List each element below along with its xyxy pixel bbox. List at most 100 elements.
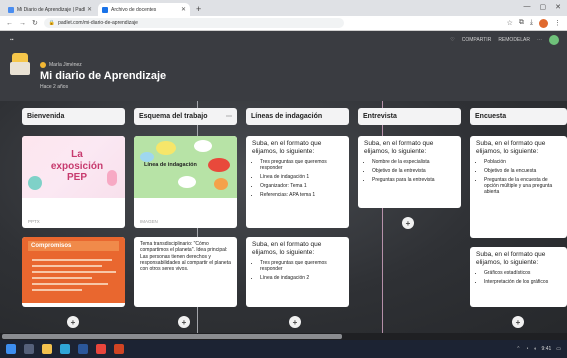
browser-menu-icon[interactable]: ⋮ [554, 19, 561, 27]
browser-tools: ☆ ⧉ ⤓ ⋮ [507, 18, 561, 28]
card-tema-transdisciplinario[interactable]: Tema transdisciplinario: "Cómo compartim… [134, 237, 237, 307]
column-header-bienvenida[interactable]: Bienvenida [22, 108, 125, 125]
url-text: padlet.com/mi-diario-de-aprendizaje [58, 20, 138, 26]
list-item: Población [484, 159, 561, 165]
padlet-actions: ♡ COMPARTIR REMODELAR ⋯ [450, 35, 559, 45]
taskbar: ⌃ ◔ ◖ 9:41 ▭ [0, 340, 567, 358]
card-text: Suba, en el formato que elijamos, lo sig… [358, 136, 461, 190]
back-icon[interactable]: ← [6, 20, 13, 27]
add-post-button[interactable]: + [289, 316, 301, 328]
card-intro: Suba, en el formato que elijamos, lo sig… [252, 241, 322, 257]
list-item: Tres preguntas que queremos responder [260, 159, 343, 171]
browser-tab-bar: Mi Diario de Aprendizaje | Padlet ✕ Arch… [0, 0, 567, 16]
column-header-esquema[interactable]: Esquema del trabajo ⋯ [134, 108, 237, 125]
maximize-icon[interactable]: ▢ [540, 3, 547, 11]
new-tab-icon[interactable]: + [196, 4, 201, 14]
notifications-icon[interactable]: ▭ [556, 346, 561, 352]
clock-time[interactable]: 9:41 [542, 346, 552, 352]
list-item: Objetivo de la entrevista [372, 168, 455, 174]
card-text: Suba, en el formato que elijamos, lo sig… [246, 237, 349, 288]
column-header-lineas[interactable]: Líneas de indagación [246, 108, 349, 125]
card-lineas-1[interactable]: Suba, en el formato que elijamos, lo sig… [246, 136, 349, 228]
reload-icon[interactable]: ↻ [32, 19, 38, 27]
browser-tab[interactable]: Mi Diario de Aprendizaje | Padlet ✕ [4, 3, 96, 16]
more-icon[interactable]: ⋯ [537, 37, 542, 43]
card-encuesta-2[interactable]: Suba, en el formato que elijamos, lo sig… [470, 247, 567, 307]
list-item: Preguntas de la encuesta de opción múlti… [484, 177, 561, 195]
add-post-button[interactable]: + [178, 316, 190, 328]
add-post-button[interactable]: + [512, 316, 524, 328]
card-list: Tres preguntas que queremos responder Lí… [260, 260, 343, 281]
list-item: Referencias: APA tema 1 [260, 192, 343, 198]
explorer-icon[interactable] [42, 344, 52, 354]
address-bar: ← → ↻ 🔒 padlet.com/mi-diario-de-aprendiz… [0, 16, 567, 31]
card-esquema[interactable]: Línea de indagación IMAGEN [134, 136, 237, 228]
minimize-icon[interactable]: — [524, 3, 531, 11]
column-title: Bienvenida [27, 113, 65, 120]
padlet-header: ▪▪ ♡ COMPARTIR REMODELAR ⋯ María Jiménez… [0, 31, 567, 101]
browser-tab[interactable]: Archivo de docentes ✕ [98, 3, 190, 16]
chevron-up-icon[interactable]: ⌃ [516, 346, 520, 352]
column-title: Esquema del trabajo [139, 113, 208, 120]
tab-title: Archivo de docentes [111, 6, 157, 13]
list-item: Tres preguntas que queremos responder [260, 260, 343, 272]
remake-button[interactable]: REMODELAR [498, 37, 530, 43]
column-title: Líneas de indagación [251, 113, 323, 120]
url-field[interactable]: 🔒 padlet.com/mi-diario-de-aprendizaje [43, 18, 344, 28]
windows-start-icon[interactable] [6, 344, 16, 354]
share-button[interactable]: COMPARTIR [462, 37, 492, 43]
list-item: Línea de indagación 2 [260, 275, 343, 281]
add-post-button[interactable]: + [402, 217, 414, 229]
compromisos-thumbnail: Compromisos [22, 237, 125, 303]
mindmap-thumbnail: Línea de indagación [134, 136, 237, 198]
tab-title: Mi Diario de Aprendizaje | Padlet [17, 6, 85, 13]
profile-avatar[interactable] [539, 18, 548, 28]
close-tab-icon[interactable]: ✕ [87, 6, 92, 13]
chrome-icon[interactable] [96, 344, 106, 354]
forward-icon[interactable]: → [19, 20, 26, 27]
mindmap-center-label: Línea de indagación [144, 162, 197, 168]
download-icon[interactable]: ⤓ [530, 19, 533, 27]
close-tab-icon[interactable]: ✕ [181, 6, 186, 13]
card-intro: Suba, en el formato que elijamos, lo sig… [364, 140, 434, 156]
word-icon[interactable] [78, 344, 88, 354]
list-item: Línea de indagación 1 [260, 174, 343, 180]
list-item: Nombre de la especialista [372, 159, 455, 165]
list-item: Gráficos estadísticos [484, 270, 561, 276]
edge-icon[interactable] [60, 344, 70, 354]
card-text: Suba, en el formato que elijamos, lo sig… [470, 247, 567, 292]
attachment-type: IMAGEN [140, 219, 158, 224]
powerpoint-icon[interactable] [114, 344, 124, 354]
card-intro: Suba, en el formato que elijamos, lo sig… [476, 251, 546, 267]
board-icon [10, 53, 30, 77]
author-name: María Jiménez [49, 62, 82, 68]
card-intro: Suba, en el formato que elijamos, lo sig… [476, 140, 546, 156]
card-lineas-2[interactable]: Suba, en el formato que elijamos, lo sig… [246, 237, 349, 307]
card-list: Tres preguntas que queremos responder Lí… [260, 159, 343, 198]
volume-icon[interactable]: ◖ [534, 346, 537, 352]
card-text: Suba, en el formato que elijamos, lo sig… [470, 136, 567, 202]
padlet-logo-icon[interactable]: ▪▪ [10, 37, 14, 43]
page-favicon-icon [102, 6, 108, 13]
extensions-icon[interactable]: ⧉ [519, 19, 524, 27]
star-icon[interactable]: ☆ [507, 19, 513, 27]
scrollbar-thumb[interactable] [2, 334, 342, 339]
user-avatar[interactable] [549, 35, 559, 45]
close-window-icon[interactable]: ✕ [555, 3, 561, 11]
card-exposicion[interactable]: La exposición PEP PPTX [22, 136, 125, 228]
search-icon[interactable] [24, 344, 34, 354]
add-post-button[interactable]: + [67, 316, 79, 328]
heart-icon[interactable]: ♡ [450, 37, 454, 43]
column-menu-icon[interactable]: ⋯ [226, 113, 232, 120]
wifi-icon[interactable]: ◔ [525, 346, 528, 352]
card-intro: Suba, en el formato que elijamos, lo sig… [252, 140, 322, 156]
card-compromisos[interactable]: Compromisos [22, 237, 125, 307]
card-entrevista[interactable]: Suba, en el formato que elijamos, lo sig… [358, 136, 461, 208]
horizontal-scrollbar[interactable] [0, 333, 567, 340]
card-encuesta-1[interactable]: Suba, en el formato que elijamos, lo sig… [470, 136, 567, 238]
column-header-encuesta[interactable]: Encuesta [470, 108, 567, 125]
page-subtitle: Hace 2 años [40, 84, 69, 90]
author-line: María Jiménez [40, 62, 82, 68]
column-header-entrevista[interactable]: Entrevista [358, 108, 461, 125]
padlet-favicon-icon [8, 6, 14, 13]
